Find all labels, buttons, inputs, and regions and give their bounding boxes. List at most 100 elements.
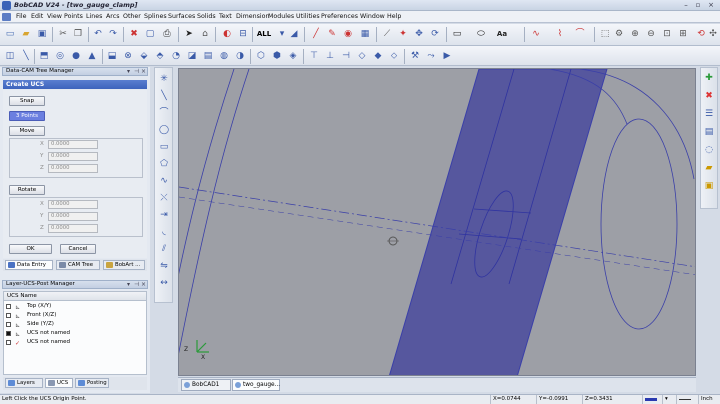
document-icon[interactable] [2,13,11,21]
rotate-x-field[interactable]: 0.0000 [48,200,98,209]
menu-arcs[interactable]: Arcs [106,13,120,20]
grid-icon[interactable]: ▦ [358,27,372,41]
toolpath-icon[interactable]: ⤳ [424,49,438,63]
tab-cam-tree[interactable]: CAM Tree [56,260,100,270]
line-style-dropdown-icon[interactable]: ▾ [662,395,672,404]
extend-icon[interactable]: ⇥ [158,209,170,221]
polygon-draw-icon[interactable]: ⬠ [158,158,170,170]
pin-icon[interactable]: ▾ [127,68,130,75]
folder-icon[interactable]: ▰ [703,162,715,174]
loft-icon[interactable]: ⬘ [153,49,167,63]
line-tool-icon[interactable]: ╱ [309,27,323,41]
spline-icon[interactable]: ∿ [529,27,543,41]
menu-edit[interactable]: Edit [31,13,43,20]
view-shaded-icon[interactable]: ◆ [371,49,385,63]
ucs-panel-close-icon[interactable]: × [141,281,146,288]
measure-icon[interactable]: ◢ [287,27,301,41]
zoom-fit-icon[interactable]: ⊞ [676,27,690,41]
status-units[interactable]: Inch [698,395,720,404]
surface-icon[interactable]: ⬡ [254,49,268,63]
print-icon[interactable]: ⎙ [160,27,174,41]
trim-vertical-icon[interactable]: ⤬ [158,192,170,204]
light-icon[interactable]: ◌ [703,144,715,156]
three-points-button[interactable]: 3 Points [9,111,45,121]
zoom-in-icon[interactable]: ⊕ [628,27,642,41]
color-picker-icon[interactable]: ◐ [220,27,234,41]
layer-icon[interactable]: ⊟ [236,27,250,41]
rectangle-draw-icon[interactable]: ▭ [158,141,170,153]
ucs-row-checkbox[interactable] [6,313,11,318]
screen-icon[interactable]: ▢ [143,27,157,41]
arc-draw-icon[interactable]: ⌒ [158,107,170,119]
ucs-pin-icon[interactable]: ▾ [127,281,130,288]
remove-icon[interactable]: ✖ [703,90,715,102]
ucs-autohide-icon[interactable]: ⊣ [134,281,139,288]
menu-text[interactable]: Text [219,13,232,20]
tab-bobart[interactable]: BobArt ... [103,260,145,270]
record-icon[interactable]: ◉ [341,27,355,41]
ucs-column-header[interactable]: UCS Name [3,291,147,301]
archive-icon[interactable]: ▣ [703,180,715,192]
menu-view[interactable]: View [47,13,62,20]
open-folder-icon[interactable]: ▰ [19,27,33,41]
undo-icon[interactable]: ↶ [91,27,105,41]
part-body[interactable] [389,69,608,376]
surface-trim-icon[interactable]: ◈ [286,49,300,63]
ok-button[interactable]: OK [9,244,52,254]
menu-window[interactable]: Window [360,13,385,20]
split-icon[interactable]: ◑ [233,49,247,63]
line-draw-icon[interactable]: ╲ [19,49,33,63]
surface-offset-icon[interactable]: ⬢ [270,49,284,63]
solid-sphere-icon[interactable]: ● [69,49,83,63]
ucs-row-unnamed-1[interactable]: ⊾ UCS not named [3,329,147,338]
menu-modules[interactable]: Modules [268,13,294,20]
tab-two-gauge[interactable]: two_gauge... [232,379,280,391]
menu-solids[interactable]: Solids [197,13,216,20]
menu-surfaces[interactable]: Surfaces [168,13,195,20]
move-button[interactable]: Move [9,126,45,136]
menu-splines[interactable]: Splines [144,13,167,20]
add-icon[interactable]: ✚ [703,72,715,84]
view-iso-icon[interactable]: ◇ [355,49,369,63]
solid-cone-icon[interactable]: ▲ [85,49,99,63]
solid-box-icon[interactable]: ⬒ [37,49,51,63]
arc-tool-icon[interactable]: ⌒ [573,27,587,41]
tab-posting[interactable]: Posting [75,378,109,388]
ucs-row-checkbox[interactable] [6,322,11,327]
cad-viewport[interactable]: Z X [178,68,696,376]
view-filter-select[interactable]: ALL [255,27,273,41]
shell-icon[interactable]: ▤ [201,49,215,63]
view-top-icon[interactable]: ⊤ [307,49,321,63]
autohide-icon[interactable]: ⊣ [134,68,139,75]
close-button[interactable]: × [706,1,716,10]
tab-data-entry[interactable]: Data Entry [5,260,53,270]
view-front-icon[interactable]: ⊥ [323,49,337,63]
polyline-icon[interactable]: ◫ [3,49,17,63]
select-pointer-icon[interactable]: ➤ [182,27,196,41]
simulate-icon[interactable]: ▶ [440,49,454,63]
ucs-row-side[interactable]: ⊾ Side (Y/Z) [3,320,147,329]
point-tool-icon[interactable]: ✦ [396,27,410,41]
mirror-icon[interactable]: ⇋ [158,260,170,272]
lock-icon[interactable]: ⌂ [198,27,212,41]
extrude-icon[interactable]: ⬓ [105,49,119,63]
fillet-icon[interactable]: ◔ [169,49,183,63]
copy-icon[interactable]: ❐ [71,27,85,41]
spline-draw-icon[interactable]: ∿ [158,175,170,187]
ucs-row-top[interactable]: ⊾ Top (X/Y) [3,302,147,311]
offset-icon[interactable]: ⫽ [158,243,170,255]
pan-icon[interactable]: ✣ [706,27,720,41]
rotate-tool-icon[interactable]: ⟳ [428,27,442,41]
rotate-z-field[interactable]: 0.0000 [48,224,98,233]
save-icon[interactable]: ▣ [35,27,49,41]
menu-utilities[interactable]: Utilities [296,13,320,20]
ucs-row-checkbox[interactable] [6,331,11,336]
line-draw-vertical-icon[interactable]: ╲ [158,90,170,102]
tab-layers[interactable]: Layers [5,378,43,388]
text-tool-icon[interactable]: Aa [495,27,509,41]
rotate-button[interactable]: Rotate [9,185,45,195]
cancel-button[interactable]: Cancel [60,244,96,254]
cad-drawing[interactable]: Z X [179,69,696,376]
rotate-y-field[interactable]: 0.0000 [48,212,98,221]
menu-other[interactable]: Other [123,13,141,20]
